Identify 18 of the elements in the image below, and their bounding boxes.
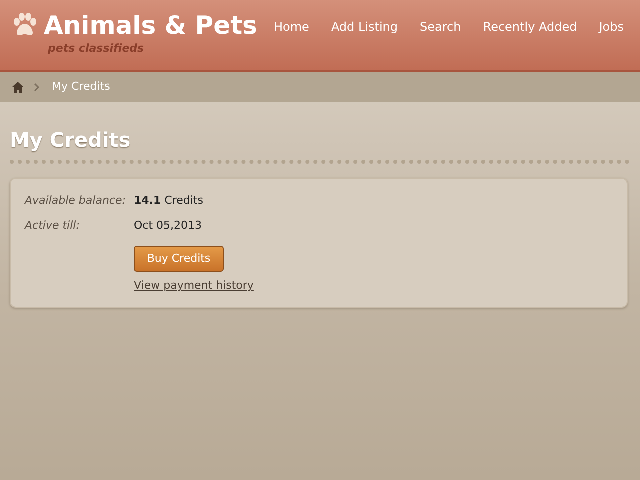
breadcrumb-current: My Credits bbox=[52, 78, 110, 95]
nav-link[interactable]: Recently Added bbox=[483, 18, 578, 36]
logo-title[interactable]: Animals & Pets bbox=[44, 12, 258, 38]
nav-link[interactable]: Add Listing bbox=[331, 18, 398, 36]
nav-link[interactable]: Search bbox=[420, 18, 462, 36]
detail-label: Active till: bbox=[25, 218, 81, 234]
page-title: My Credits bbox=[10, 130, 132, 150]
detail-value: Oct 05,2013 bbox=[134, 218, 202, 234]
chevron-icon bbox=[34, 82, 40, 92]
payment-history-link[interactable]: View payment history bbox=[134, 278, 254, 294]
nav-link[interactable]: Home bbox=[274, 18, 310, 36]
logo-subtitle: pets classifieds bbox=[48, 41, 146, 58]
detail-label: Available balance: bbox=[25, 193, 127, 209]
nav-link[interactable]: Jobs bbox=[599, 18, 624, 36]
paw-icon bbox=[12, 12, 38, 38]
detail-value: 14.1 Credits bbox=[134, 193, 204, 209]
home-icon[interactable] bbox=[12, 82, 24, 92]
buy-credits-button[interactable]: Buy Credits bbox=[134, 246, 224, 272]
